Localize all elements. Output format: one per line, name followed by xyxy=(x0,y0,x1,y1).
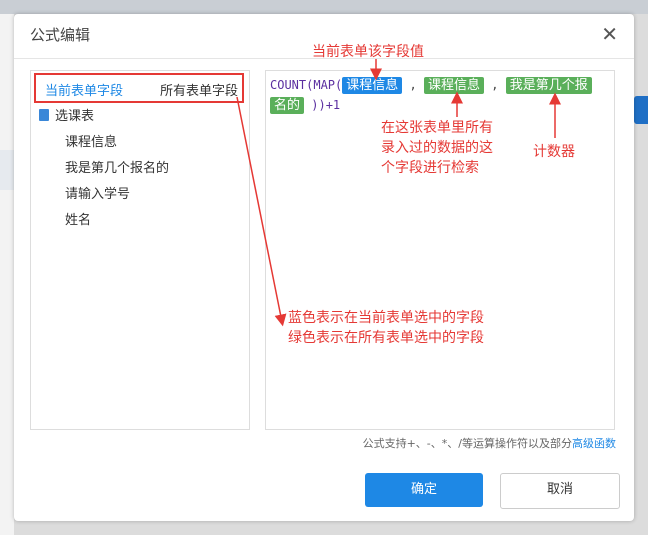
annotation-current-value: 当前表单该字段值 xyxy=(312,44,424,60)
field-item[interactable]: 课程信息 xyxy=(65,131,117,150)
annotation-search-line-3: 个字段进行检索 xyxy=(381,160,479,176)
formula-separator: , xyxy=(409,78,417,92)
cancel-button[interactable]: 取消 xyxy=(500,473,620,509)
background-right-button xyxy=(634,96,648,124)
formula-function: COUNT(MAP( xyxy=(270,78,343,92)
background-toolbar xyxy=(0,0,648,14)
field-panel: 当前表单字段 所有表单字段 选课表 课程信息 我是第几个报名的 请输入学号 姓名 xyxy=(30,70,250,430)
annotation-search-line-2: 录入过的数据的这 xyxy=(381,140,493,156)
annotation-search-line-1: 在这张表单里所有 xyxy=(381,120,493,136)
all-field-chip[interactable]: 课程信息 xyxy=(423,77,484,94)
document-icon xyxy=(39,109,49,121)
formula-closing: ))+1 xyxy=(311,98,341,112)
tab-all-form-fields[interactable]: 所有表单字段 xyxy=(160,80,238,99)
formula-line-1: COUNT(MAP(课程信息 , 课程信息 , 我是第几个报 xyxy=(270,77,610,94)
close-icon[interactable]: ✕ xyxy=(601,22,618,46)
formula-hint: 公式支持+、-、*、/等运算操作符以及部分高级函数 xyxy=(363,435,616,451)
field-item[interactable]: 姓名 xyxy=(65,209,91,228)
field-tabs: 当前表单字段 所有表单字段 xyxy=(34,73,244,103)
tree-root-label: 选课表 xyxy=(55,109,95,124)
annotation-legend-green: 绿色表示在所有表单选中的字段 xyxy=(288,330,484,346)
all-field-chip-continued[interactable]: 名的 xyxy=(270,97,305,114)
confirm-button[interactable]: 确定 xyxy=(365,473,483,507)
formula-line-2: 名的 ))+1 xyxy=(270,97,610,114)
tab-current-form-fields[interactable]: 当前表单字段 xyxy=(45,80,123,99)
background-left-band xyxy=(0,150,14,190)
advanced-functions-link[interactable]: 高级函数 xyxy=(572,437,616,450)
annotation-counter: 计数器 xyxy=(533,144,575,160)
formula-separator: , xyxy=(491,78,499,92)
annotation-legend-blue: 蓝色表示在当前表单选中的字段 xyxy=(288,310,484,326)
hint-text: 公式支持+、-、*、/等运算操作符以及部分 xyxy=(362,437,572,450)
field-item[interactable]: 我是第几个报名的 xyxy=(65,157,169,176)
dialog-title: 公式编辑 xyxy=(30,26,91,44)
formula-dialog: 公式编辑 ✕ 当前表单字段 所有表单字段 选课表 课程信息 我是第几个报名的 请… xyxy=(14,14,634,521)
tree-root[interactable]: 选课表 xyxy=(39,105,94,124)
current-field-chip[interactable]: 课程信息 xyxy=(342,77,403,94)
background-left-panel xyxy=(0,14,14,535)
field-item[interactable]: 请输入学号 xyxy=(65,183,130,202)
all-field-chip[interactable]: 我是第几个报 xyxy=(505,77,592,94)
